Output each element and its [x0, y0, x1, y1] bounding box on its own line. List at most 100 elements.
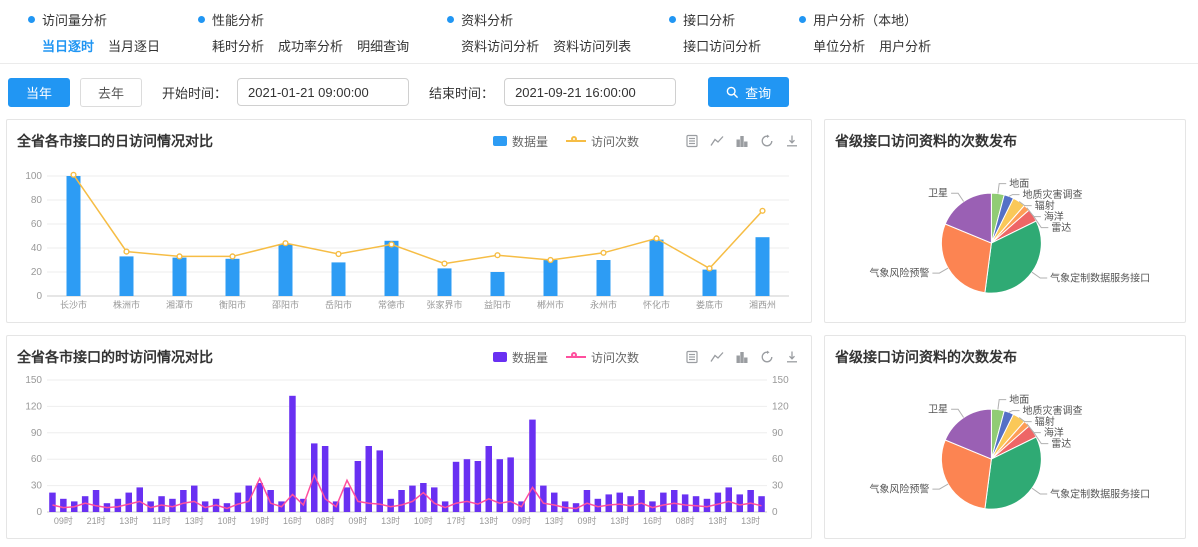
svg-text:20: 20 [31, 267, 43, 278]
svg-text:13时: 13时 [119, 515, 138, 526]
search-icon [726, 86, 739, 99]
legend-line-swatch [566, 352, 586, 362]
nav-item-detail-query[interactable]: 明细查询 [357, 36, 409, 55]
legend-bar-swatch [493, 352, 507, 362]
svg-text:13时: 13时 [545, 515, 564, 526]
svg-text:09时: 09时 [512, 515, 531, 526]
nav-group-title: 用户分析（本地） [813, 10, 917, 29]
nav-item-user-analysis[interactable]: 用户分析 [879, 36, 931, 55]
nav-group-performance: 性能分析 耗时分析 成功率分析 明细查询 [198, 10, 409, 55]
nav-item-month-daily[interactable]: 当月逐日 [108, 36, 160, 55]
nav-bullet-icon [198, 16, 205, 23]
bar-chart-toggle-icon[interactable] [735, 134, 749, 148]
svg-text:益阳市: 益阳市 [484, 299, 511, 310]
panel-title: 省级接口访问资料的次数发布 [835, 131, 1017, 151]
search-button-label: 查询 [745, 83, 771, 102]
legend-bar-swatch [493, 136, 507, 146]
legend-label: 数据量 [512, 349, 548, 366]
svg-text:16时: 16时 [643, 515, 662, 526]
legend-item-data-volume[interactable]: 数据量 [493, 349, 548, 366]
nav-group-data: 资料分析 资料访问分析 资料访问列表 [447, 10, 631, 55]
panel-province-pie-top: 省级接口访问资料的次数发布 地面地质灾害调查辐射海洋雷达气象定制数据服务接口卫星… [824, 119, 1186, 323]
svg-text:邵阳市: 邵阳市 [272, 299, 299, 310]
chart-legend: 数据量 访问次数 [493, 133, 639, 150]
svg-text:19时: 19时 [250, 515, 269, 526]
nav-group-title: 资料分析 [461, 10, 513, 29]
legend-item-visit-count[interactable]: 访问次数 [566, 349, 639, 366]
svg-text:150: 150 [25, 375, 42, 386]
legend-item-data-volume[interactable]: 数据量 [493, 133, 548, 150]
chart-legend: 数据量 访问次数 [493, 349, 639, 366]
start-time-input[interactable] [237, 78, 409, 106]
svg-text:气象定制数据服务接口: 气象定制数据服务接口 [1050, 272, 1150, 285]
chart-toolbar [685, 134, 799, 148]
svg-text:辐射: 辐射 [1035, 415, 1055, 428]
nav-group-interface: 接口分析 接口访问分析 [669, 10, 761, 55]
svg-text:60: 60 [31, 219, 43, 230]
refresh-icon[interactable] [760, 134, 774, 148]
svg-text:09时: 09时 [348, 515, 367, 526]
nav-bullet-icon [799, 16, 806, 23]
panel-title: 全省各市接口的日访问情况对比 [17, 131, 213, 151]
svg-text:0: 0 [772, 507, 778, 518]
top-navigation: 访问量分析 当日逐时 当月逐日 性能分析 耗时分析 成功率分析 明细查询 资料分… [0, 0, 1198, 63]
nav-item-data-access-list[interactable]: 资料访问列表 [553, 36, 631, 55]
nav-item-success-rate[interactable]: 成功率分析 [278, 36, 343, 55]
svg-text:40: 40 [31, 243, 43, 254]
nav-item-time-cost[interactable]: 耗时分析 [212, 36, 264, 55]
svg-text:08时: 08时 [676, 515, 695, 526]
panel-title: 省级接口访问资料的次数发布 [835, 347, 1017, 367]
svg-text:气象定制数据服务接口: 气象定制数据服务接口 [1050, 488, 1150, 501]
nav-item-interface-access[interactable]: 接口访问分析 [683, 36, 761, 55]
legend-item-visit-count[interactable]: 访问次数 [566, 133, 639, 150]
svg-text:60: 60 [772, 454, 784, 465]
svg-text:雷达: 雷达 [1051, 222, 1071, 234]
search-button[interactable]: 查询 [708, 77, 789, 107]
svg-text:永州市: 永州市 [590, 299, 617, 310]
end-time-input[interactable] [504, 78, 676, 106]
data-view-icon[interactable] [685, 134, 699, 148]
svg-text:湘西州: 湘西州 [749, 299, 776, 310]
nav-bullet-icon [28, 16, 35, 23]
hourly-city-bar-line-chart[interactable]: 0030306060909012012015015009时21时13时11时13… [17, 370, 801, 530]
province-access-pie-chart[interactable]: 地面地质灾害调查辐射海洋雷达气象定制数据服务接口卫星气象风险预警 [835, 370, 1175, 532]
refresh-icon[interactable] [760, 350, 774, 364]
nav-group-visits: 访问量分析 当日逐时 当月逐日 [28, 10, 160, 55]
nav-group-title: 访问量分析 [42, 10, 107, 29]
svg-text:13时: 13时 [185, 515, 204, 526]
svg-text:120: 120 [772, 401, 789, 412]
line-chart-toggle-icon[interactable] [710, 350, 724, 364]
svg-text:气象风险预警: 气象风险预警 [869, 267, 929, 280]
nav-group-title: 性能分析 [212, 10, 264, 29]
svg-text:长沙市: 长沙市 [60, 299, 87, 310]
svg-text:0: 0 [36, 507, 42, 518]
svg-text:11时: 11时 [152, 515, 170, 526]
nav-item-unit-analysis[interactable]: 单位分析 [813, 36, 865, 55]
panel-daily-city-comparison: 全省各市接口的日访问情况对比 数据量 访问次数 [6, 119, 812, 323]
legend-line-swatch [566, 136, 586, 146]
chart-toolbar [685, 350, 799, 364]
nav-bullet-icon [447, 16, 454, 23]
download-icon[interactable] [785, 134, 799, 148]
province-access-pie-chart[interactable]: 地面地质灾害调查辐射海洋雷达气象定制数据服务接口卫星气象风险预警 [835, 154, 1175, 316]
svg-text:娄底市: 娄底市 [696, 299, 723, 310]
svg-text:海洋: 海洋 [1044, 210, 1064, 223]
this-year-button[interactable]: 当年 [8, 78, 70, 107]
bar-chart-toggle-icon[interactable] [735, 350, 749, 364]
svg-text:0: 0 [36, 291, 42, 302]
svg-text:地质灾害调查: 地质灾害调查 [1023, 188, 1083, 201]
data-view-icon[interactable] [685, 350, 699, 364]
svg-text:地质灾害调查: 地质灾害调查 [1023, 404, 1083, 417]
nav-item-today-hourly[interactable]: 当日逐时 [42, 36, 94, 55]
last-year-button[interactable]: 去年 [80, 78, 142, 107]
svg-text:湘潭市: 湘潭市 [166, 299, 193, 310]
daily-city-bar-line-chart[interactable]: 020406080100长沙市株洲市湘潭市衡阳市邵阳市岳阳市常德市张家界市益阳市… [17, 154, 801, 314]
download-icon[interactable] [785, 350, 799, 364]
svg-text:海洋: 海洋 [1044, 426, 1064, 439]
line-chart-toggle-icon[interactable] [710, 134, 724, 148]
filter-bar: 当年 去年 开始时间： 结束时间： 查询 [0, 64, 1198, 119]
nav-item-data-access-analysis[interactable]: 资料访问分析 [461, 36, 539, 55]
svg-text:120: 120 [25, 401, 42, 412]
svg-text:10时: 10时 [217, 515, 236, 526]
svg-text:30: 30 [772, 481, 784, 492]
